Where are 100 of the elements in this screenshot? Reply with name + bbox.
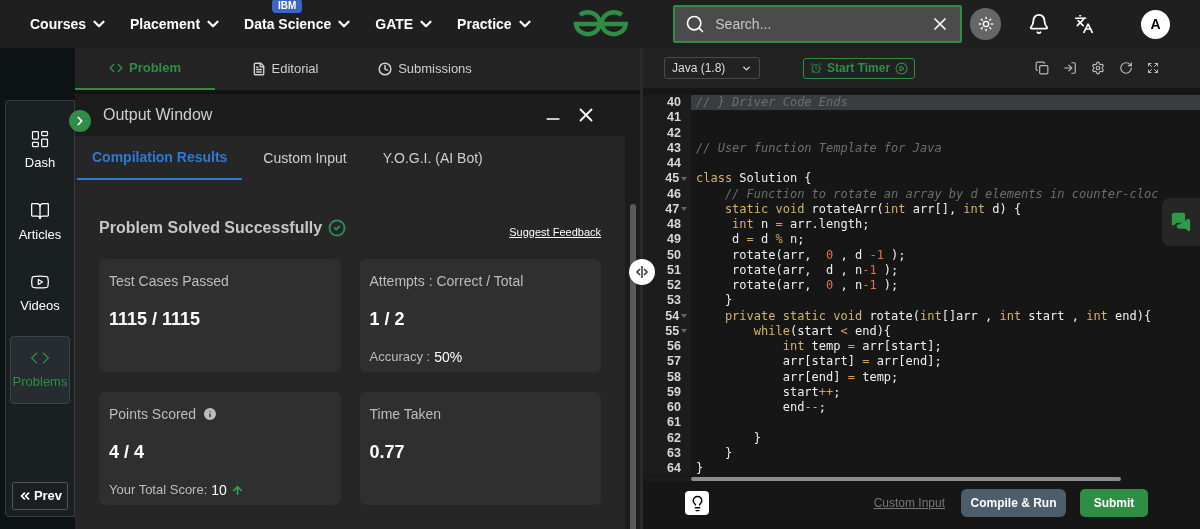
line-number: 55 bbox=[664, 323, 680, 339]
submit-button[interactable]: Submit bbox=[1080, 489, 1148, 517]
fold-caret-icon[interactable] bbox=[681, 207, 687, 212]
code-icon bbox=[109, 61, 123, 75]
line-number: 51 bbox=[666, 262, 681, 278]
fold-caret-icon[interactable] bbox=[681, 314, 687, 319]
code-line: d = d % n; bbox=[731, 232, 805, 248]
bell-icon[interactable] bbox=[1028, 13, 1051, 35]
card-footer-label: Accuracy : bbox=[369, 348, 431, 367]
theme-toggle-button[interactable] bbox=[969, 8, 1002, 40]
line-number: 56 bbox=[666, 339, 681, 355]
sidebar-item[interactable]: Videos bbox=[10, 264, 70, 324]
line-number: 64 bbox=[666, 461, 681, 477]
code-line: } bbox=[723, 293, 733, 309]
status-message: Problem Solved Successfully bbox=[99, 218, 323, 239]
search-bar[interactable]: Search... bbox=[673, 5, 962, 43]
code-line: rotate(arr, 0 , d -1 ); bbox=[731, 247, 906, 263]
sun-icon bbox=[977, 16, 994, 32]
card-footer-value: 10 bbox=[211, 480, 227, 500]
line-number: 50 bbox=[666, 247, 681, 263]
line-number: 60 bbox=[666, 400, 681, 416]
hint-button[interactable] bbox=[685, 491, 709, 515]
card-footer-label: Your Total Score: bbox=[109, 481, 208, 500]
card-value: 1115 / 1115 bbox=[109, 307, 202, 331]
card-title: Test Cases Passed bbox=[109, 271, 229, 291]
info-icon[interactable] bbox=[202, 406, 219, 422]
nav-menu-item[interactable]: Courses bbox=[30, 13, 109, 35]
line-number: 52 bbox=[666, 278, 681, 294]
book-icon bbox=[30, 200, 50, 221]
code-line: // User function Template for Java bbox=[695, 140, 942, 156]
line-number: 46 bbox=[666, 186, 681, 202]
code-line: } bbox=[723, 445, 733, 461]
nav-menu-item[interactable]: Data Science bbox=[244, 13, 354, 35]
line-number: 43 bbox=[666, 140, 681, 156]
horizontal-scrollbar[interactable] bbox=[691, 477, 1121, 481]
line-number: 53 bbox=[666, 293, 681, 309]
prev-button[interactable]: Prev bbox=[12, 482, 68, 510]
card-value: 4 / 4 bbox=[109, 440, 146, 464]
code-line: arr[end] = temp; bbox=[781, 369, 899, 385]
compile-run-button[interactable]: Compile & Run bbox=[961, 489, 1066, 517]
play-icon bbox=[895, 61, 909, 75]
output-tab[interactable]: Compilation Results bbox=[77, 136, 243, 180]
dashboard-icon bbox=[30, 129, 50, 149]
copy-icon[interactable] bbox=[1035, 61, 1049, 75]
video-icon bbox=[30, 272, 50, 292]
sidebar-item[interactable]: Articles bbox=[10, 192, 70, 252]
start-timer-button[interactable]: Start Timer bbox=[803, 57, 916, 79]
code-line: class Solution { bbox=[695, 171, 812, 187]
line-number: 42 bbox=[666, 125, 681, 141]
code-line: } bbox=[752, 430, 762, 446]
output-tab[interactable]: Custom Input bbox=[248, 136, 362, 180]
reset-icon[interactable] bbox=[1119, 61, 1133, 75]
line-number: 41 bbox=[666, 110, 681, 126]
nav-menu-item[interactable]: Practice bbox=[457, 13, 534, 35]
code-line: int n = arr.length; bbox=[731, 217, 870, 233]
code-line: int temp = arr[start]; bbox=[781, 339, 942, 355]
search-field[interactable]: Search... bbox=[715, 13, 920, 35]
code-line: end--; bbox=[781, 400, 827, 416]
settings-icon[interactable] bbox=[1091, 61, 1105, 75]
card-footer-value: 50% bbox=[434, 347, 463, 367]
problem-tab[interactable]: Submissions bbox=[355, 48, 495, 90]
line-number: 57 bbox=[666, 354, 681, 370]
output-tab[interactable]: Y.O.G.I. (AI Bot) bbox=[367, 136, 498, 180]
avatar[interactable]: A bbox=[1141, 9, 1170, 39]
nav-menu-item[interactable]: Placement bbox=[130, 13, 223, 35]
scrollbar-thumb[interactable] bbox=[629, 204, 636, 529]
line-number: 49 bbox=[666, 232, 681, 248]
nav-menu-item[interactable]: GATE bbox=[375, 13, 436, 35]
sidebar-item[interactable]: Dash bbox=[10, 121, 70, 181]
chat-button[interactable] bbox=[1162, 198, 1200, 246]
card-value: 0.77 bbox=[369, 440, 406, 464]
custom-input-link[interactable]: Custom Input bbox=[873, 494, 945, 512]
code-line: start++; bbox=[781, 384, 841, 400]
language-select[interactable]: Java (1.8) bbox=[664, 57, 760, 79]
window-title: Output Window bbox=[103, 105, 214, 125]
card-value: 1 / 2 bbox=[369, 307, 406, 331]
code-line: } bbox=[695, 461, 704, 477]
fold-caret-icon[interactable] bbox=[681, 329, 687, 334]
line-number: 63 bbox=[666, 445, 681, 461]
fold-caret-icon[interactable] bbox=[681, 176, 687, 181]
card-title: Points Scored bbox=[109, 404, 197, 424]
line-number: 47 bbox=[664, 201, 680, 217]
code-line: // Function to rotate an array by d elements in counter-cloc bbox=[723, 186, 1159, 202]
card-title: Time Taken bbox=[369, 404, 442, 424]
line-number: 44 bbox=[666, 156, 681, 172]
line-number: 62 bbox=[666, 430, 681, 446]
line-number: 48 bbox=[666, 217, 681, 233]
fullscreen-icon[interactable] bbox=[1147, 62, 1159, 74]
import-icon[interactable] bbox=[1063, 61, 1077, 75]
logo-icon[interactable] bbox=[571, 9, 630, 39]
line-number: 45 bbox=[664, 171, 680, 187]
problem-tab[interactable]: Editorial bbox=[215, 48, 355, 90]
line-number: 61 bbox=[666, 415, 681, 431]
clock-icon bbox=[378, 62, 393, 76]
feedback-link[interactable]: Suggest Feedback bbox=[509, 224, 601, 241]
resize-icon bbox=[635, 266, 649, 278]
line-number: 58 bbox=[666, 369, 681, 385]
problem-tab[interactable]: Problem bbox=[75, 48, 215, 90]
card-title: Attempts : Correct / Total bbox=[369, 271, 524, 291]
translate-icon[interactable] bbox=[1074, 14, 1095, 34]
